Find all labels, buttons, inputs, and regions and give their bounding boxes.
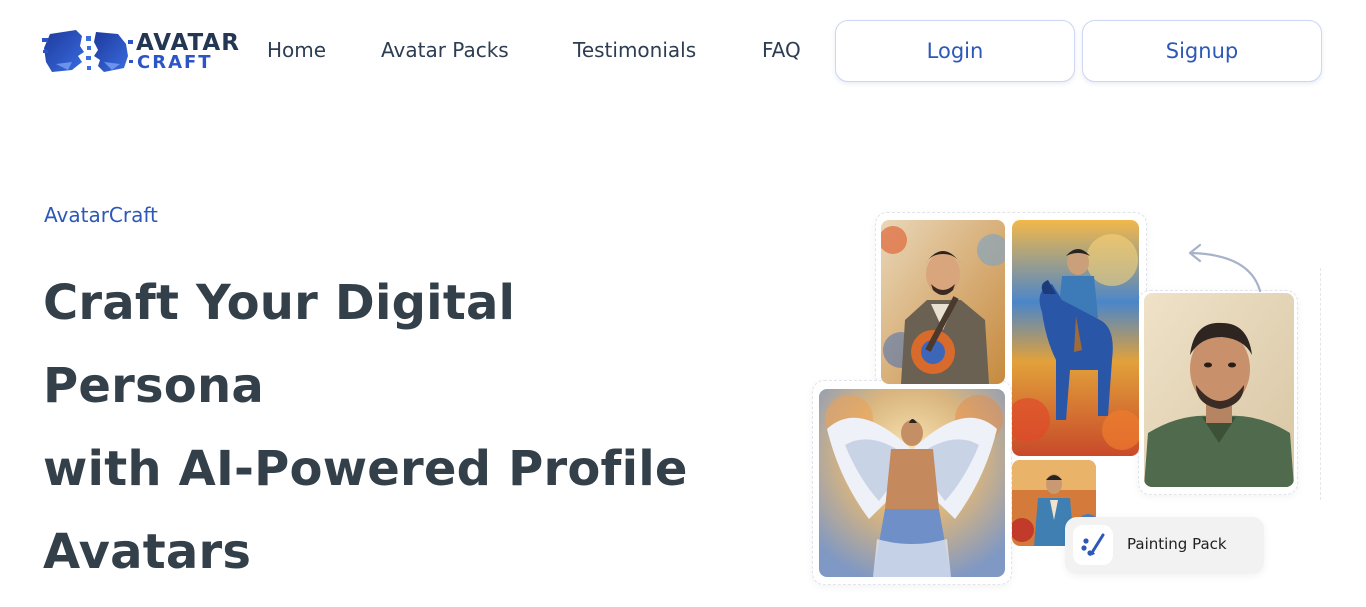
- avatar-angel-painting: [819, 389, 1005, 577]
- hero-eyebrow: AvatarCraft: [44, 203, 158, 227]
- avatar-horse-painting: [1012, 220, 1139, 456]
- login-button[interactable]: Login: [835, 20, 1075, 82]
- logo-wordmark-bottom: CRAFT: [137, 52, 213, 73]
- nav-link-home[interactable]: Home: [267, 38, 326, 62]
- headline-line-1: Craft Your Digital: [43, 275, 516, 331]
- paint-palette-icon: [1073, 525, 1113, 565]
- painting-pack-badge: Painting Pack: [1065, 517, 1264, 574]
- avatar-guitar-painting: [881, 220, 1005, 384]
- headline-line-3: with AI-Powered Profile: [43, 441, 688, 497]
- nav-link-avatar-packs[interactable]: Avatar Packs: [381, 38, 509, 62]
- collage-divider: [1320, 268, 1321, 500]
- original-selfie-photo: [1144, 293, 1294, 487]
- signup-button[interactable]: Signup: [1082, 20, 1322, 82]
- landing-page: AVATAR CRAFT Home Avatar Packs Testimoni…: [0, 0, 1366, 607]
- logo-mark-icon: [42, 30, 133, 72]
- curved-arrow-icon: [1188, 243, 1262, 293]
- badge-label: Painting Pack: [1127, 535, 1227, 553]
- headline-line-2: Persona: [43, 358, 264, 414]
- nav-link-faq[interactable]: FAQ: [762, 38, 801, 62]
- headline-line-4: Avatars: [43, 524, 252, 580]
- nav-link-testimonials[interactable]: Testimonials: [573, 38, 696, 62]
- hero-headline: Craft Your Digital Persona with AI-Power…: [43, 262, 803, 594]
- avatarcraft-logo[interactable]: AVATAR CRAFT: [42, 26, 242, 80]
